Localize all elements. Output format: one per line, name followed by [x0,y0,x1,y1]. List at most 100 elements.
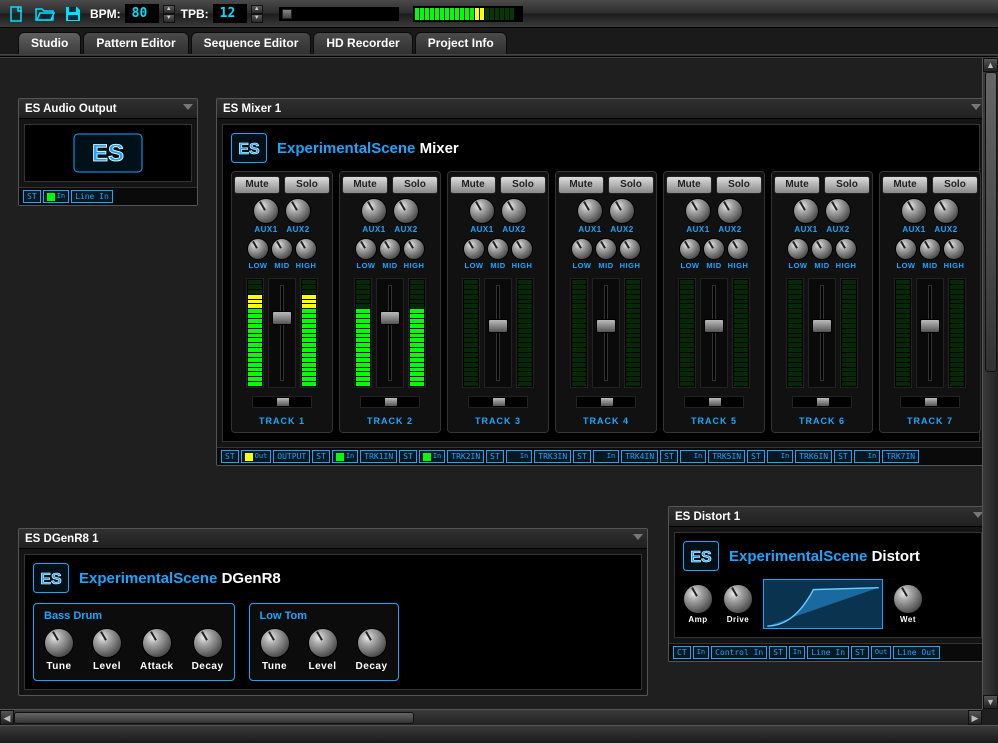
knob-aux2[interactable]: AUX2 [285,198,311,234]
knob-aux2[interactable]: AUX2 [501,198,527,234]
knob-aux1[interactable]: AUX1 [685,198,711,234]
knob-eq-low[interactable]: LOW [679,238,701,270]
scroll-right-icon[interactable]: ▶ [968,710,982,725]
port-track-in[interactable]: TRK6IN [795,450,832,463]
mute-button[interactable]: Mute [450,176,496,194]
module-title[interactable]: ES Distort 1 [669,507,987,527]
knob-amp[interactable]: Amp [683,584,713,624]
port-line-in[interactable]: Line In [71,190,113,203]
mute-button[interactable]: Mute [882,176,928,194]
tpb-spinner[interactable]: ▲▼ [251,5,263,23]
port-in-ind[interactable]: In [767,450,793,463]
knob-eq-high[interactable]: HIGH [511,238,533,270]
volume-fader[interactable] [592,278,620,388]
knob-eq-high[interactable]: HIGH [295,238,317,270]
knob-wet[interactable]: Wet [893,584,923,624]
collapse-icon[interactable] [183,104,193,110]
tab-project-info[interactable]: Project Info [415,32,507,54]
pan-slider[interactable] [468,396,528,408]
port-st[interactable]: ST [23,190,41,203]
port-in-ind[interactable]: In [854,450,880,463]
transport-position-slider[interactable] [279,7,399,21]
pan-slider[interactable] [900,396,960,408]
port-track-in[interactable]: TRK5IN [708,450,745,463]
port-st[interactable]: ST [769,646,787,659]
new-file-icon[interactable] [6,3,28,25]
tab-pattern-editor[interactable]: Pattern Editor [83,32,188,54]
knob-aux1[interactable]: AUX1 [253,198,279,234]
solo-button[interactable]: Solo [608,176,654,194]
pan-slider[interactable] [252,396,312,408]
port-st[interactable]: ST [312,450,330,463]
port-ct[interactable]: CT [673,646,691,659]
port-in-ind[interactable]: In [332,450,358,463]
port-in-ind[interactable]: In [680,450,706,463]
module-mixer[interactable]: ES Mixer 1 ES ExperimentalScene Mixer Mu… [216,98,986,466]
knob-aux2[interactable]: AUX2 [933,198,959,234]
knob-tune[interactable]: Tune [260,628,290,672]
port-track-in[interactable]: TRK1IN [360,450,397,463]
collapse-icon[interactable] [971,104,981,110]
mute-button[interactable]: Mute [342,176,388,194]
scroll-thumb[interactable] [985,72,997,372]
pan-slider[interactable] [684,396,744,408]
knob-aux2[interactable]: AUX2 [393,198,419,234]
knob-aux2[interactable]: AUX2 [717,198,743,234]
knob-eq-mid[interactable]: MID [379,238,401,270]
mute-button[interactable]: Mute [774,176,820,194]
module-title[interactable]: ES Audio Output [19,99,197,119]
volume-fader[interactable] [700,278,728,388]
knob-eq-mid[interactable]: MID [919,238,941,270]
port-control-in[interactable]: Control In [711,646,767,659]
solo-button[interactable]: Solo [932,176,978,194]
tab-sequence-editor[interactable]: Sequence Editor [191,32,312,54]
module-title[interactable]: ES DGenR8 1 [19,529,647,549]
module-distort[interactable]: ES Distort 1 ES ExperimentalScene Distor… [668,506,988,662]
bpm-value[interactable]: 80 [125,4,159,23]
port-track-in[interactable]: TRK7IN [882,450,919,463]
module-dgenr8[interactable]: ES DGenR8 1 ES ExperimentalScene DGenR8 … [18,528,648,696]
pan-slider[interactable] [360,396,420,408]
port-in-ind2[interactable]: In [789,646,805,659]
knob-eq-low[interactable]: LOW [463,238,485,270]
knob-aux1[interactable]: AUX1 [577,198,603,234]
port-line-in[interactable]: Line In [807,646,849,659]
knob-eq-low[interactable]: LOW [895,238,917,270]
knob-aux1[interactable]: AUX1 [469,198,495,234]
tpb-value[interactable]: 12 [213,4,247,23]
port-in-indicator[interactable]: In [43,190,69,203]
solo-button[interactable]: Solo [284,176,330,194]
port-in-ind[interactable]: In [593,450,619,463]
tab-studio[interactable]: Studio [18,32,81,54]
volume-fader[interactable] [268,278,296,388]
knob-eq-mid[interactable]: MID [595,238,617,270]
collapse-icon[interactable] [633,534,643,540]
horizontal-scrollbar[interactable]: ◀ ▶ [0,709,982,725]
port-in-ind[interactable]: In [506,450,532,463]
scroll-thumb[interactable] [14,712,414,724]
port-out-ind[interactable]: Out [871,646,892,659]
port-in-ind[interactable]: In [419,450,445,463]
knob-eq-high[interactable]: HIGH [943,238,965,270]
solo-button[interactable]: Solo [824,176,870,194]
volume-fader[interactable] [484,278,512,388]
knob-eq-low[interactable]: LOW [247,238,269,270]
knob-eq-high[interactable]: HIGH [727,238,749,270]
knob-level[interactable]: Level [308,628,338,672]
knob-eq-low[interactable]: LOW [787,238,809,270]
volume-fader[interactable] [808,278,836,388]
knob-eq-low[interactable]: LOW [571,238,593,270]
port-output[interactable]: OUTPUT [273,450,310,463]
port-st2[interactable]: ST [851,646,869,659]
port-track-in[interactable]: TRK4IN [621,450,658,463]
port-st[interactable]: ST [573,450,591,463]
knob-eq-mid[interactable]: MID [271,238,293,270]
knob-eq-high[interactable]: HIGH [835,238,857,270]
vertical-scrollbar[interactable]: ▲ ▼ [982,58,998,709]
module-audio-output[interactable]: ES Audio Output ES ST In Line In [18,98,198,206]
port-st[interactable]: ST [747,450,765,463]
pan-slider[interactable] [576,396,636,408]
port-st[interactable]: ST [399,450,417,463]
solo-button[interactable]: Solo [500,176,546,194]
bpm-spinner[interactable]: ▲▼ [163,5,175,23]
